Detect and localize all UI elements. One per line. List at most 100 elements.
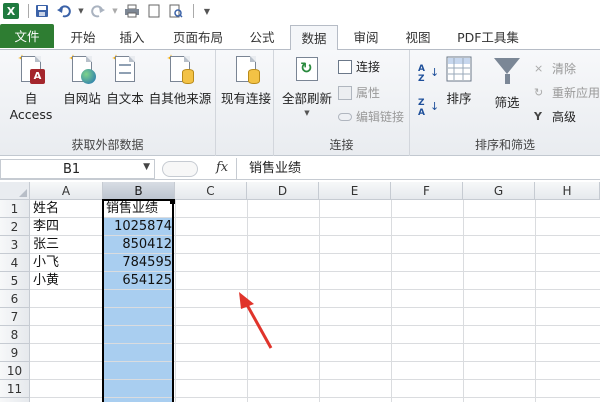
row-header-7[interactable]: 7: [0, 308, 30, 326]
name-box-dropdown-icon[interactable]: ▼: [143, 162, 150, 172]
column-header-a[interactable]: A: [30, 182, 103, 200]
tab-home[interactable]: 开始: [66, 25, 100, 50]
column-header-c[interactable]: C: [175, 182, 247, 200]
name-box[interactable]: B1 ▼: [0, 159, 155, 179]
formula-bar-handle[interactable]: [162, 161, 198, 177]
column-header-d[interactable]: D: [247, 182, 319, 200]
row-header-2[interactable]: 2: [0, 218, 30, 236]
formula-bar: B1 ▼ fx 销售业绩: [0, 158, 600, 180]
sort-za-arrow-icon: ↓: [430, 100, 440, 113]
gridline: [319, 200, 320, 402]
row-header-12[interactable]: 12: [0, 398, 30, 402]
save-icon[interactable]: [33, 2, 51, 20]
cell-a1[interactable]: 姓名: [31, 200, 103, 218]
from-web-button[interactable]: ✦ 自网站: [60, 53, 104, 107]
connections-icon: [338, 60, 352, 74]
column-header-g[interactable]: G: [463, 182, 535, 200]
redo-icon[interactable]: [89, 2, 107, 20]
gridline: [535, 200, 536, 402]
print-icon[interactable]: [123, 2, 141, 20]
connections-label: 连接: [356, 60, 381, 74]
sort-dialog-icon: [445, 54, 473, 84]
refresh-all-button[interactable]: 全部刷新 ▼: [280, 54, 334, 117]
excel-logo-mark: X: [3, 3, 19, 19]
tab-insert[interactable]: 插入: [114, 25, 150, 50]
new-doc-icon[interactable]: [145, 2, 163, 20]
gridline: [391, 200, 392, 402]
redo-dropdown-icon[interactable]: ▼: [111, 2, 119, 20]
existing-connections-label: 现有连接: [220, 91, 271, 106]
selection-border: [102, 199, 174, 402]
column-header-b[interactable]: B: [103, 182, 175, 200]
worksheet-grid[interactable]: A B C D E F G H 1 2 3 4 5 6 7 8 9 10 11 …: [0, 182, 600, 402]
row-header-11[interactable]: 11: [0, 380, 30, 398]
connections-button[interactable]: 连接: [338, 58, 380, 76]
group-sort-filter: AZ ↓ ZA ↓ 排序 筛选 ⨯ 清除 ↻ 重新应用 Y 高级 排序和筛选: [410, 50, 600, 156]
clear-filter-button[interactable]: ⨯ 清除: [534, 60, 576, 78]
insert-function-icon[interactable]: fx: [216, 160, 228, 175]
row-header-1[interactable]: 1: [0, 200, 30, 218]
customize-toolbar-icon[interactable]: ▼: [198, 2, 216, 20]
refresh-dropdown-icon[interactable]: ▼: [280, 109, 334, 117]
formula-controls: fx: [158, 159, 228, 179]
clear-filter-label: 清除: [552, 62, 577, 76]
refresh-all-label: 全部刷新: [281, 91, 332, 106]
tab-formulas[interactable]: 公式: [244, 25, 280, 50]
ribbon-tabs: 文件 开始 插入 页面布局 公式 数据 审阅 视图 PDF工具集: [0, 22, 600, 51]
cell-a5[interactable]: 小黄: [31, 272, 103, 290]
existing-connections-button[interactable]: 现有连接: [218, 54, 274, 107]
row-header-10[interactable]: 10: [0, 362, 30, 380]
group-label-external-data: 获取外部数据: [71, 138, 144, 152]
excel-logo-icon: X: [2, 2, 20, 20]
fill-handle[interactable]: [170, 199, 175, 204]
tab-file[interactable]: 文件: [0, 24, 54, 48]
reapply-icon: ↻: [534, 86, 544, 99]
filter-button[interactable]: 筛选: [490, 54, 524, 111]
tab-review[interactable]: 审阅: [348, 25, 384, 50]
reapply-label: 重新应用: [552, 86, 600, 100]
from-text-button[interactable]: ✦ 自文本: [103, 53, 147, 107]
database-icon: ✦: [166, 53, 194, 84]
sort-button[interactable]: 排序: [444, 54, 474, 107]
edit-links-button[interactable]: 编辑链接: [338, 108, 404, 126]
from-other-sources-button[interactable]: ✦ 自其他来源: [146, 53, 214, 107]
advanced-filter-button[interactable]: Y 高级: [534, 108, 576, 126]
tab-pdf-tools[interactable]: PDF工具集: [452, 25, 524, 50]
tab-data[interactable]: 数据: [290, 25, 338, 51]
toolbar-separator: [28, 4, 29, 18]
cell-a4[interactable]: 小飞: [31, 254, 103, 272]
reapply-button[interactable]: ↻ 重新应用: [534, 84, 600, 102]
row-header-9[interactable]: 9: [0, 344, 30, 362]
column-header-f[interactable]: F: [391, 182, 463, 200]
undo-icon[interactable]: [55, 2, 73, 20]
select-all-corner[interactable]: [0, 182, 30, 200]
advanced-filter-label: 高级: [552, 110, 577, 124]
from-other-sources-label: 自其他来源: [148, 91, 212, 106]
column-header-h[interactable]: H: [535, 182, 600, 200]
undo-dropdown-icon[interactable]: ▼: [77, 2, 85, 20]
from-access-label: 自 Access: [9, 91, 53, 122]
row-header-3[interactable]: 3: [0, 236, 30, 254]
existing-connections-icon: [232, 54, 260, 84]
row-header-5[interactable]: 5: [0, 272, 30, 290]
gridline: [463, 200, 464, 402]
from-access-button[interactable]: ✦A 自 Access: [2, 53, 60, 122]
row-header-8[interactable]: 8: [0, 326, 30, 344]
column-header-e[interactable]: E: [319, 182, 391, 200]
tab-view[interactable]: 视图: [400, 25, 436, 50]
row-header-4[interactable]: 4: [0, 254, 30, 272]
formula-input[interactable]: 销售业绩: [236, 158, 600, 180]
row-header-6[interactable]: 6: [0, 290, 30, 308]
clear-filter-icon: ⨯: [534, 62, 544, 75]
tab-page-layout[interactable]: 页面布局: [170, 25, 226, 50]
web-icon: ✦: [68, 53, 96, 84]
cell-a2[interactable]: 李四: [31, 218, 103, 236]
cell-a3[interactable]: 张三: [31, 236, 103, 254]
group-label-connections: 连接: [329, 138, 354, 152]
print-preview-icon[interactable]: [167, 2, 185, 20]
group-label-sort-filter: 排序和筛选: [474, 138, 535, 152]
link-icon: [338, 113, 352, 121]
gridline: [175, 200, 176, 402]
toolbar-separator: [193, 4, 194, 18]
properties-button[interactable]: 属性: [338, 84, 380, 102]
